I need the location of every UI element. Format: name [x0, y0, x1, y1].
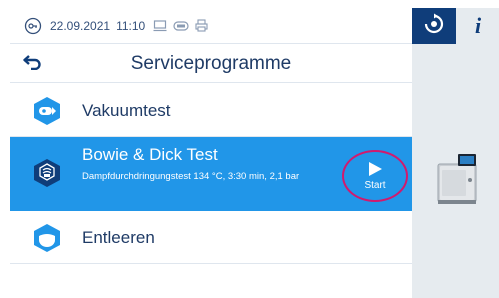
status-bar: 22.09.2021 11:10: [10, 8, 412, 44]
program-item-vakuumtest[interactable]: Vakuumtest: [10, 84, 412, 137]
bowie-dick-icon: [32, 158, 62, 188]
program-label: Bowie & Dick Test: [82, 145, 218, 164]
program-label: Vakuumtest: [82, 101, 171, 120]
sterilizer-device-image: [434, 150, 480, 211]
program-mode-icon: [423, 13, 445, 40]
card-icon: [173, 20, 189, 31]
program-mode-tab[interactable]: [412, 8, 456, 44]
vacuum-test-icon: [32, 96, 62, 126]
rail-tabs: i: [412, 8, 499, 44]
program-item-bowie-dick[interactable]: Bowie & Dick Test Dampfdurchdringungstes…: [10, 137, 412, 211]
drain-icon: [32, 223, 62, 253]
play-icon: [367, 161, 383, 180]
right-rail: i: [412, 8, 499, 298]
info-icon: i: [474, 13, 482, 38]
info-tab[interactable]: i: [456, 8, 499, 44]
touch-screen: 22.09.2021 11:10 i Serviceprogramme Vaku…: [10, 8, 499, 298]
page-title: Serviceprogramme: [130, 53, 292, 74]
title-bar: Serviceprogramme: [10, 45, 412, 83]
status-time: 11:10: [116, 18, 146, 33]
status-date: 22.09.2021: [50, 18, 111, 33]
operator-icon[interactable]: [24, 17, 42, 35]
start-label: Start: [364, 180, 386, 191]
monitor-icon: [153, 19, 167, 32]
program-item-entleeren[interactable]: Entleeren: [10, 211, 412, 264]
start-button[interactable]: Start: [342, 150, 408, 202]
program-list: Vakuumtest Bowie & Dick Test Dampfdurchd…: [10, 84, 412, 264]
program-description: Dampfdurchdringungstest 134 °C, 3:30 min…: [82, 171, 300, 182]
printer-icon: [195, 19, 208, 32]
program-label: Entleeren: [82, 228, 155, 247]
